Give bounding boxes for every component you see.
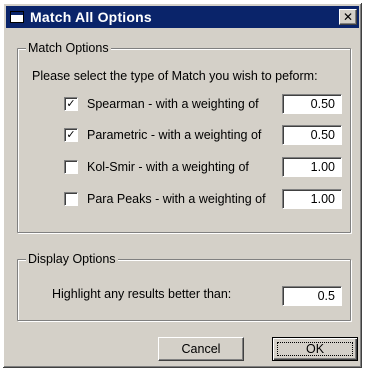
display-options-group: Display Options Highlight any results be… (17, 252, 351, 321)
title-bar[interactable]: Match All Options ✕ (6, 6, 359, 28)
close-button[interactable]: ✕ (339, 9, 357, 25)
match-prompt: Please select the type of Match you wish… (32, 69, 318, 83)
match-row-parapeaks: Para Peaks - with a weighting of (64, 190, 266, 208)
close-icon: ✕ (342, 10, 354, 24)
highlight-threshold-field[interactable]: 0.5 (282, 286, 342, 306)
match-options-legend: Match Options (26, 41, 111, 55)
highlight-label: Highlight any results better than: (52, 287, 232, 301)
cancel-button[interactable]: Cancel (158, 337, 244, 361)
parapeaks-weight-field[interactable]: 1.00 (282, 189, 342, 209)
kolsmir-weight-field[interactable]: 1.00 (282, 157, 342, 177)
kolsmir-label[interactable]: Kol-Smir - with a weighting of (87, 160, 249, 174)
spearman-weight-field[interactable]: 0.50 (282, 94, 342, 114)
ok-button[interactable]: OK (272, 337, 358, 361)
app-window-icon (9, 9, 25, 25)
match-options-group: Match Options Please select the type of … (17, 41, 351, 233)
match-row-kolsmir: Kol-Smir - with a weighting of (64, 158, 249, 176)
parametric-label[interactable]: Parametric - with a weighting of (87, 128, 261, 142)
parapeaks-label[interactable]: Para Peaks - with a weighting of (87, 192, 266, 206)
match-row-parametric: ✓ Parametric - with a weighting of (64, 126, 261, 144)
spearman-checkbox[interactable]: ✓ (64, 97, 78, 111)
spearman-label[interactable]: Spearman - with a weighting of (87, 97, 259, 111)
match-row-spearman: ✓ Spearman - with a weighting of (64, 95, 259, 113)
window-title: Match All Options (30, 9, 152, 25)
dialog-window: Match All Options ✕ Match Options Please… (2, 2, 363, 369)
parametric-weight-field[interactable]: 0.50 (282, 125, 342, 145)
focus-rect (277, 342, 353, 356)
display-options-legend: Display Options (26, 252, 118, 266)
cancel-label: Cancel (181, 342, 221, 356)
parapeaks-checkbox[interactable] (64, 192, 78, 206)
parametric-checkbox[interactable]: ✓ (64, 128, 78, 142)
kolsmir-checkbox[interactable] (64, 160, 78, 174)
